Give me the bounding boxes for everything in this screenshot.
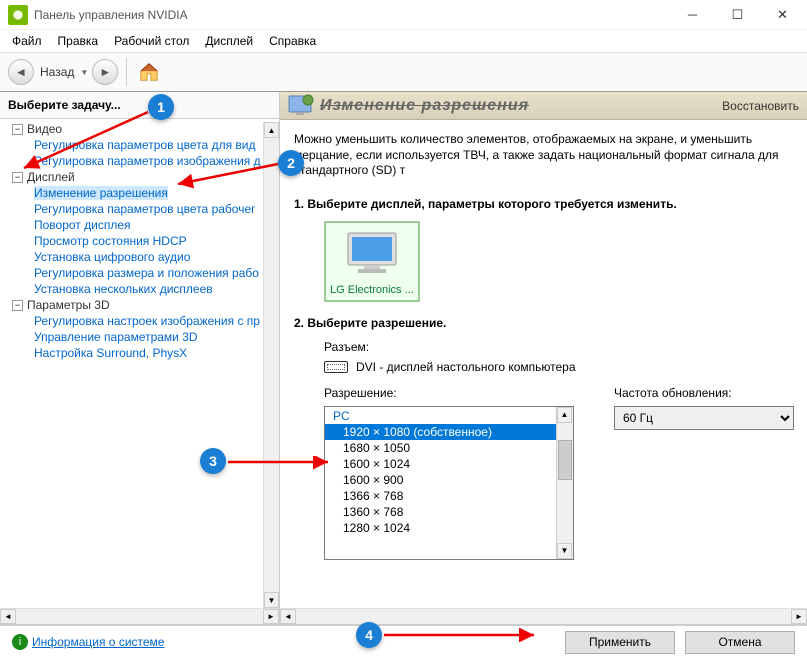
scroll-down-icon[interactable]: ▼ xyxy=(264,592,279,608)
step1-title: 1. Выберите дисплей, параметры которого … xyxy=(294,197,793,211)
sidebar: Выберите задачу... −Видео Регулировка па… xyxy=(0,92,280,624)
callout-2: 2 xyxy=(278,150,304,176)
toolbar: ◄ Назад ▼ ► xyxy=(0,52,807,92)
resolution-list[interactable]: PC 1920 × 1080 (собственное) 1680 × 1050… xyxy=(324,406,574,560)
res-item-1680[interactable]: 1680 × 1050 xyxy=(325,440,573,456)
collapse-icon[interactable]: − xyxy=(12,300,23,311)
collapse-icon[interactable]: − xyxy=(12,124,23,135)
res-scrollbar[interactable]: ▲ ▼ xyxy=(556,407,573,559)
dvi-port-icon xyxy=(324,361,348,373)
display-name-label: LG Electronics ... xyxy=(330,284,414,296)
scroll-right-icon[interactable]: ► xyxy=(263,609,279,624)
display-selector[interactable]: LG Electronics ... xyxy=(324,221,420,302)
tree-item-3d-manage[interactable]: Управление параметрами 3D xyxy=(2,329,277,345)
minimize-button[interactable]: ─ xyxy=(670,1,715,29)
back-button[interactable]: ◄ xyxy=(8,59,34,85)
sidebar-scrollbar-v[interactable]: ▲ ▼ xyxy=(263,122,279,608)
tree-item-audio[interactable]: Установка цифрового аудио xyxy=(2,249,277,265)
content-body: Можно уменьшить количество элементов, от… xyxy=(280,120,807,572)
step2-title: 2. Выберите разрешение. xyxy=(294,316,793,330)
menu-help[interactable]: Справка xyxy=(263,32,322,50)
restore-link[interactable]: Восстановить xyxy=(722,99,799,113)
res-item-1360[interactable]: 1360 × 768 xyxy=(325,504,573,520)
task-header: Выберите задачу... xyxy=(0,92,279,119)
apply-button[interactable]: Применить xyxy=(565,631,675,654)
res-item-1280[interactable]: 1280 × 1024 xyxy=(325,520,573,536)
monitor-icon xyxy=(344,229,400,277)
callout-1: 1 xyxy=(148,94,174,120)
scroll-left-icon[interactable]: ◄ xyxy=(0,609,16,624)
tree-cat-video[interactable]: −Видео xyxy=(2,121,277,137)
tree-item-3d-image[interactable]: Регулировка настроек изображения с пр xyxy=(2,313,277,329)
menu-file[interactable]: Файл xyxy=(6,32,48,50)
resolution-label: Разрешение: xyxy=(324,386,574,400)
content-pane: Изменение разрешения Восстановить Можно … xyxy=(280,92,807,624)
menu-desktop[interactable]: Рабочий стол xyxy=(108,32,195,50)
scroll-left-icon[interactable]: ◄ xyxy=(280,609,296,624)
description-text: Можно уменьшить количество элементов, от… xyxy=(294,132,793,179)
tree-item-desktop-color[interactable]: Регулировка параметров цвета рабочег xyxy=(2,201,277,217)
callout-4: 4 xyxy=(356,622,382,648)
tree-item-multi-display[interactable]: Установка нескольких дисплеев xyxy=(2,281,277,297)
display-header-icon xyxy=(288,94,316,118)
res-item-1600-1024[interactable]: 1600 × 1024 xyxy=(325,456,573,472)
tree-cat-3d[interactable]: −Параметры 3D xyxy=(2,297,277,313)
menubar: Файл Правка Рабочий стол Дисплей Справка xyxy=(0,30,807,52)
close-button[interactable]: ✕ xyxy=(760,1,805,29)
footer: i Информация о системе Применить Отмена xyxy=(0,625,807,658)
tree-item-hdcp[interactable]: Просмотр состояния HDCP xyxy=(2,233,277,249)
tree-item-size-pos[interactable]: Регулировка размера и положения рабо xyxy=(2,265,277,281)
port-row: DVI - дисплей настольного компьютера xyxy=(324,360,793,374)
content-scrollbar-h[interactable]: ◄ ► xyxy=(280,608,807,624)
refresh-label: Частота обновления: xyxy=(614,386,794,400)
res-item-1600-900[interactable]: 1600 × 900 xyxy=(325,472,573,488)
tree-item-video-color[interactable]: Регулировка параметров цвета для вид xyxy=(2,137,277,153)
collapse-icon[interactable]: − xyxy=(12,172,23,183)
window-title: Панель управления NVIDIA xyxy=(34,8,670,22)
content-title: Изменение разрешения xyxy=(320,97,722,115)
maximize-button[interactable]: ☐ xyxy=(715,1,760,29)
home-button[interactable] xyxy=(135,58,163,86)
refresh-rate-select[interactable]: 60 Гц xyxy=(614,406,794,430)
back-label: Назад xyxy=(40,65,74,79)
toolbar-separator xyxy=(126,58,127,86)
port-value: DVI - дисплей настольного компьютера xyxy=(356,360,576,374)
scroll-down-icon[interactable]: ▼ xyxy=(557,543,572,559)
content-header: Изменение разрешения Восстановить xyxy=(280,92,807,120)
callout-3: 3 xyxy=(200,448,226,474)
scroll-right-icon[interactable]: ► xyxy=(791,609,807,624)
main-area: Выберите задачу... −Видео Регулировка па… xyxy=(0,92,807,625)
tree-cat-display[interactable]: −Дисплей xyxy=(2,169,277,185)
menu-display[interactable]: Дисплей xyxy=(199,32,259,50)
sidebar-scrollbar-h[interactable]: ◄ ► xyxy=(0,608,279,624)
res-group-pc: PC xyxy=(325,407,573,424)
forward-button[interactable]: ► xyxy=(92,59,118,85)
res-item-1920[interactable]: 1920 × 1080 (собственное) xyxy=(325,424,573,440)
window-controls: ─ ☐ ✕ xyxy=(670,1,805,29)
back-dropdown-icon[interactable]: ▼ xyxy=(80,68,88,77)
scroll-up-icon[interactable]: ▲ xyxy=(264,122,279,138)
menu-edit[interactable]: Правка xyxy=(52,32,105,50)
info-icon: i xyxy=(12,634,28,650)
port-label: Разъем: xyxy=(324,340,793,354)
tree-item-video-image[interactable]: Регулировка параметров изображения д xyxy=(2,153,277,169)
res-item-1366[interactable]: 1366 × 768 xyxy=(325,488,573,504)
scroll-up-icon[interactable]: ▲ xyxy=(557,407,572,423)
tree-item-resolution[interactable]: Изменение разрешения xyxy=(2,185,277,201)
titlebar: Панель управления NVIDIA ─ ☐ ✕ xyxy=(0,0,807,30)
cancel-button[interactable]: Отмена xyxy=(685,631,795,654)
system-info-link[interactable]: Информация о системе xyxy=(32,635,164,649)
task-tree: −Видео Регулировка параметров цвета для … xyxy=(0,119,279,363)
tree-item-surround[interactable]: Настройка Surround, PhysX xyxy=(2,345,277,361)
nvidia-icon xyxy=(8,5,28,25)
tree-item-rotate[interactable]: Поворот дисплея xyxy=(2,217,277,233)
